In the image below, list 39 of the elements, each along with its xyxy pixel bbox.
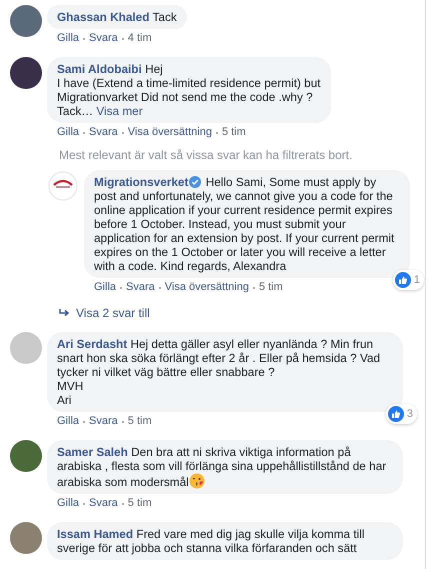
- timestamp: 5 tim: [258, 281, 283, 294]
- action-link[interactable]: Gilla: [57, 32, 80, 45]
- author-name[interactable]: Samer Saleh: [57, 445, 128, 459]
- author-name[interactable]: Migrationsverket: [94, 175, 188, 189]
- comment-text: Sami Aldobaibi Hej I have (Extend a time-limited residence permit) but Migrationvarket Did not send me the code .why ? Tack… Visa mer: [57, 62, 321, 118]
- comment-text: Ari Serdasht Hej detta gäller asyl eller nyanlända ? Min frun snart hon ska söka förlängt efter 2 år . Eller på hemsida ? Vad tycker ni vilket väg bättre eller snabbare ? MVH Ari: [57, 337, 382, 407]
- action-link[interactable]: Svara: [126, 281, 155, 294]
- author-name[interactable]: Sami Aldobaibi: [57, 62, 142, 76]
- timestamp: 4 tim: [128, 32, 152, 45]
- action-link[interactable]: Svara: [89, 497, 118, 510]
- author-name[interactable]: Issam Hamed: [57, 527, 134, 541]
- like-icon: [388, 406, 404, 422]
- avatar[interactable]: [10, 57, 42, 89]
- action-link[interactable]: Svara: [89, 126, 118, 139]
- comment-text: Migrationsverket Hello Sami, Some must apply by post and unfortunately, we cannot give you a code for the online application if your current residence permit expires before 1 October. Instead, you must submit your application for an extension by post. If your current permit expires on the 1 October or later you will receive a letter with a code. Kind regards, Alexandra: [94, 175, 396, 273]
- comment-text: Samer Saleh Den bra att ni skriva viktiga information på arabiska , flesta som vill förlänga sina uppehållistillstånd de har arabiska som modersmål: [57, 445, 388, 489]
- action-link[interactable]: Gilla: [57, 497, 80, 510]
- see-more-link[interactable]: Visa mer: [96, 104, 143, 118]
- author-name[interactable]: Ari Serdasht: [57, 337, 128, 351]
- action-link[interactable]: Gilla: [94, 281, 116, 294]
- avatar[interactable]: [10, 440, 42, 472]
- action-link[interactable]: Svara: [89, 415, 118, 428]
- timestamp: 5 tim: [128, 415, 152, 428]
- action-link[interactable]: Visa översättning: [164, 281, 249, 294]
- agency-logo: [47, 170, 79, 202]
- reply-arrow-icon: [59, 308, 70, 318]
- action-link[interactable]: Visa översättning: [128, 126, 212, 139]
- action-link[interactable]: Svara: [89, 32, 118, 45]
- action-link[interactable]: Gilla: [57, 415, 80, 428]
- filter-notice: Mest relevant är valt så vissa svar kan ha filtrerats bort.: [59, 148, 354, 162]
- avatar[interactable]: [10, 5, 42, 37]
- more-replies-link[interactable]: Visa 2 svar till: [76, 306, 150, 320]
- comment-text: Ghassan Khaled Tack: [57, 10, 177, 24]
- timestamp: 5 tim: [222, 126, 246, 139]
- author-name[interactable]: Ghassan Khaled: [57, 10, 150, 24]
- like-icon: [394, 272, 411, 288]
- timestamp: 5 tim: [128, 497, 152, 510]
- comment-text: Issam Hamed Fred vare med dig jag skulle vilja komma till sverige för att jobba och stanna vilka förfaranden och sätt: [57, 527, 366, 555]
- action-link[interactable]: Gilla: [57, 126, 80, 139]
